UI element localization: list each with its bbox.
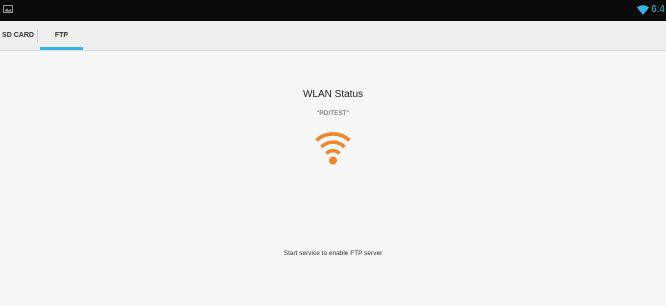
wlan-ssid: "PDITEST" (316, 110, 350, 117)
tab-sd-card[interactable]: SD CARD (0, 21, 36, 50)
status-bar: 6:4 (0, 0, 666, 21)
tab-ftp[interactable]: FTP (40, 21, 83, 50)
gallery-icon (3, 5, 13, 13)
status-right: 6:4 (637, 3, 666, 17)
wifi-icon (315, 132, 351, 165)
ftp-content: WLAN Status "PDITEST" Start service to e… (0, 51, 666, 306)
ftp-service-message: Start service to enable FTP server (283, 250, 383, 257)
status-time: 6:4 (651, 4, 665, 15)
tab-bar: SD CARD FTP (0, 21, 666, 51)
wlan-status-title: WLAN Status (302, 89, 364, 100)
wifi-signal-icon (637, 5, 650, 15)
tab-divider (37, 29, 38, 43)
tab-selected-indicator (40, 47, 83, 50)
